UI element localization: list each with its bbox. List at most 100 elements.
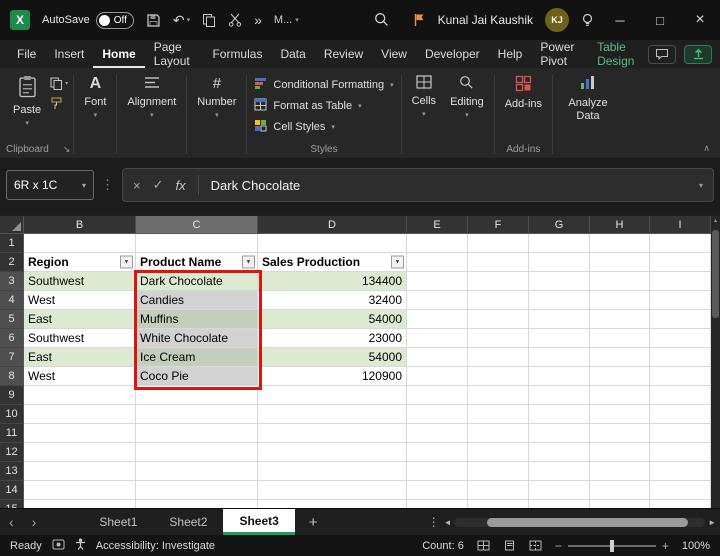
cell-H14[interactable] bbox=[590, 481, 650, 500]
cell-B4[interactable]: West bbox=[24, 291, 136, 310]
close-button[interactable]: × bbox=[686, 11, 714, 29]
zoom-out-icon[interactable]: − bbox=[555, 539, 562, 553]
column-header-I[interactable]: I bbox=[650, 216, 711, 234]
page-layout-view-icon[interactable] bbox=[503, 540, 516, 551]
cell-H15[interactable] bbox=[590, 500, 650, 508]
cell-H5[interactable] bbox=[590, 310, 650, 329]
normal-view-icon[interactable] bbox=[477, 540, 490, 551]
cell-B6[interactable]: Southwest bbox=[24, 329, 136, 348]
menu-item-data[interactable]: Data bbox=[271, 40, 314, 68]
addins-button[interactable]: Add-ins bbox=[498, 71, 549, 110]
cell-I15[interactable] bbox=[650, 500, 711, 508]
cell-G10[interactable] bbox=[529, 405, 590, 424]
cell-G4[interactable] bbox=[529, 291, 590, 310]
cell-I10[interactable] bbox=[650, 405, 711, 424]
cell-I11[interactable] bbox=[650, 424, 711, 443]
cell-F1[interactable] bbox=[468, 234, 529, 253]
cell-I14[interactable] bbox=[650, 481, 711, 500]
cell-C15[interactable] bbox=[136, 500, 258, 508]
menu-item-table-design[interactable]: Table Design bbox=[588, 40, 648, 68]
editing-button[interactable]: Editing ▾ bbox=[443, 71, 491, 158]
cell-F12[interactable] bbox=[468, 443, 529, 462]
cell-E6[interactable] bbox=[407, 329, 468, 348]
cell-I9[interactable] bbox=[650, 386, 711, 405]
column-header-D[interactable]: D bbox=[258, 216, 407, 234]
column-header-E[interactable]: E bbox=[407, 216, 468, 234]
column-header-G[interactable]: G bbox=[529, 216, 590, 234]
row-header-4[interactable]: 4 bbox=[0, 291, 24, 310]
cell-E14[interactable] bbox=[407, 481, 468, 500]
autosave-switch[interactable]: Off bbox=[96, 12, 134, 29]
minimize-button[interactable]: ─ bbox=[606, 13, 634, 28]
cell-E1[interactable] bbox=[407, 234, 468, 253]
user-name[interactable]: Kunal Jai Kaushik bbox=[438, 13, 533, 27]
share-button[interactable] bbox=[684, 45, 712, 64]
zoom-in-icon[interactable]: + bbox=[662, 539, 669, 553]
menu-item-power-pivot[interactable]: Power Pivot bbox=[531, 40, 588, 68]
cell-B5[interactable]: East bbox=[24, 310, 136, 329]
collapse-ribbon-icon[interactable]: ∧ bbox=[703, 143, 710, 154]
cell-E8[interactable] bbox=[407, 367, 468, 386]
scroll-up-icon[interactable]: ▴ bbox=[711, 217, 720, 224]
cell-D8[interactable]: 120900 bbox=[258, 367, 407, 386]
column-header-H[interactable]: H bbox=[590, 216, 650, 234]
cell-B8[interactable]: West bbox=[24, 367, 136, 386]
accessibility-status[interactable]: Accessibility: Investigate bbox=[96, 540, 215, 552]
row-header-15[interactable]: 15 bbox=[0, 500, 24, 508]
cell-E11[interactable] bbox=[407, 424, 468, 443]
cell-E2[interactable] bbox=[407, 253, 468, 272]
zoom-slider[interactable]: − + bbox=[555, 539, 669, 553]
cell-I4[interactable] bbox=[650, 291, 711, 310]
menu-item-formulas[interactable]: Formulas bbox=[203, 40, 271, 68]
column-header-F[interactable]: F bbox=[468, 216, 529, 234]
copy-small-icon[interactable]: ▾ bbox=[50, 77, 68, 90]
cell-D6[interactable]: 23000 bbox=[258, 329, 407, 348]
cell-H4[interactable] bbox=[590, 291, 650, 310]
cell-D4[interactable]: 32400 bbox=[258, 291, 407, 310]
name-box[interactable]: 6R x 1C ▾ bbox=[6, 170, 94, 200]
cell-C4[interactable]: Candies bbox=[136, 291, 258, 310]
cell-F9[interactable] bbox=[468, 386, 529, 405]
horizontal-scrollbar-thumb[interactable] bbox=[487, 518, 687, 527]
cell-H11[interactable] bbox=[590, 424, 650, 443]
row-header-9[interactable]: 9 bbox=[0, 386, 24, 405]
cell-C8[interactable]: Coco Pie bbox=[136, 367, 258, 386]
cell-D5[interactable]: 54000 bbox=[258, 310, 407, 329]
select-all-corner[interactable] bbox=[0, 216, 24, 234]
row-header-5[interactable]: 5 bbox=[0, 310, 24, 329]
cell-F10[interactable] bbox=[468, 405, 529, 424]
cell-E12[interactable] bbox=[407, 443, 468, 462]
formula-content[interactable]: Dark Chocolate bbox=[211, 178, 301, 193]
cell-G2[interactable] bbox=[529, 253, 590, 272]
menu-item-page-layout[interactable]: Page Layout bbox=[145, 40, 204, 68]
horizontal-scrollbar-track[interactable] bbox=[454, 518, 705, 527]
cut-icon[interactable] bbox=[228, 13, 242, 27]
sheet-nav-left-icon[interactable]: ‹ bbox=[0, 509, 23, 535]
cell-F6[interactable] bbox=[468, 329, 529, 348]
cell-E15[interactable] bbox=[407, 500, 468, 508]
cell-E3[interactable] bbox=[407, 272, 468, 291]
menu-item-developer[interactable]: Developer bbox=[416, 40, 489, 68]
menu-item-review[interactable]: Review bbox=[315, 40, 372, 68]
page-break-view-icon[interactable] bbox=[529, 540, 542, 551]
lightbulb-icon[interactable] bbox=[581, 13, 594, 28]
cell-I5[interactable] bbox=[650, 310, 711, 329]
cell-F7[interactable] bbox=[468, 348, 529, 367]
search-icon[interactable] bbox=[374, 12, 389, 27]
row-header-14[interactable]: 14 bbox=[0, 481, 24, 500]
column-header-C[interactable]: C bbox=[136, 216, 258, 234]
save-icon[interactable] bbox=[146, 13, 161, 28]
cell-D15[interactable] bbox=[258, 500, 407, 508]
format-painter-icon[interactable] bbox=[50, 97, 68, 110]
font-button[interactable]: A Font ▾ bbox=[77, 71, 113, 158]
cell-G13[interactable] bbox=[529, 462, 590, 481]
avatar[interactable]: KJ bbox=[545, 8, 569, 32]
cell-F13[interactable] bbox=[468, 462, 529, 481]
sheet-tab-sheet1[interactable]: Sheet1 bbox=[83, 509, 153, 535]
vertical-scrollbar-thumb[interactable] bbox=[712, 230, 719, 318]
cell-I1[interactable] bbox=[650, 234, 711, 253]
cell-C10[interactable] bbox=[136, 405, 258, 424]
cell-C11[interactable] bbox=[136, 424, 258, 443]
cell-I3[interactable] bbox=[650, 272, 711, 291]
cell-D9[interactable] bbox=[258, 386, 407, 405]
